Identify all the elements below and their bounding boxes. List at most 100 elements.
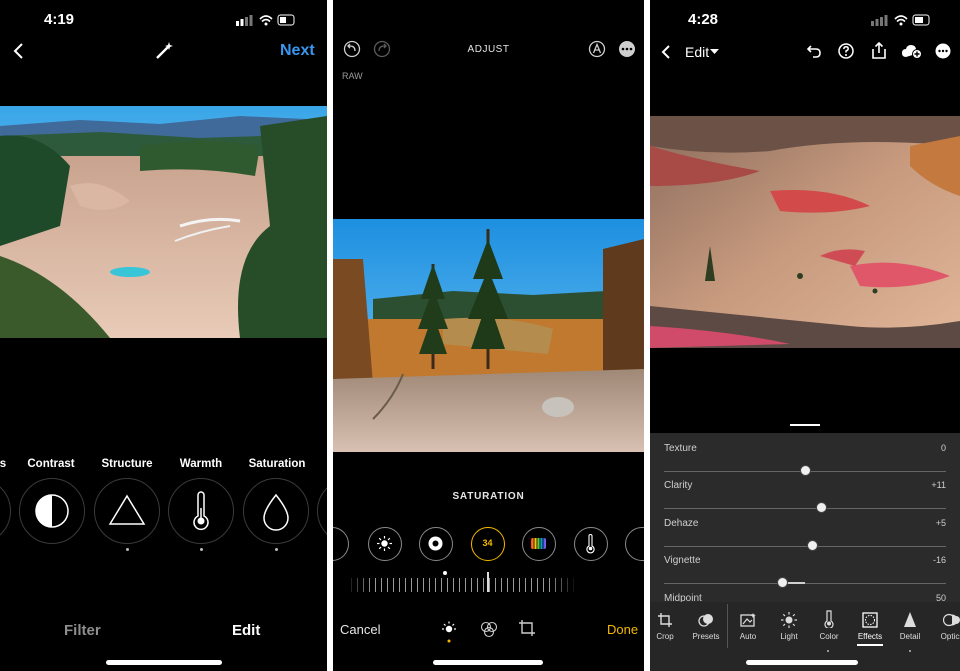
crop-icon	[658, 613, 672, 627]
tool-partial-right[interactable]	[625, 527, 644, 561]
tool-partial-left[interactable]	[0, 478, 11, 544]
slider-zero-marker	[443, 571, 447, 575]
undo-icon[interactable]	[806, 43, 822, 59]
slider-knob[interactable]	[807, 540, 819, 551]
active-tool-underline	[857, 644, 883, 646]
tool-label: Light	[780, 632, 798, 641]
chevron-down-icon[interactable]	[710, 49, 719, 55]
photo-preview	[333, 219, 644, 452]
value-slider[interactable]	[345, 578, 577, 592]
tool-label-contrast: Contrast	[27, 458, 75, 470]
optics-icon	[943, 613, 960, 627]
photo-preview	[650, 116, 960, 348]
slider-vignette[interactable]: Vignette -16	[664, 555, 946, 589]
tool-partial-left[interactable]	[333, 527, 349, 561]
tool-label: Crop	[656, 632, 674, 641]
light-icon	[781, 612, 797, 628]
tool-label-warmth: Warmth	[179, 458, 223, 470]
photo-preview	[0, 106, 327, 338]
saturation-value: 34	[482, 538, 493, 548]
slider-label: Vignette	[664, 555, 701, 566]
status-icons	[871, 14, 930, 26]
auto-icon[interactable]	[588, 40, 606, 58]
slider-label: Dehaze	[664, 518, 699, 529]
tool-label-saturation: Saturation	[248, 458, 306, 470]
detail-icon	[904, 612, 916, 627]
adjusted-indicator	[275, 548, 278, 551]
edit-menu-label[interactable]: Edit	[685, 44, 709, 60]
tool-saturation[interactable]	[243, 478, 309, 544]
tool-label: Auto	[739, 632, 757, 641]
status-icons	[236, 14, 295, 26]
tool-detail[interactable]: Detail	[888, 610, 932, 641]
cancel-button[interactable]: Cancel	[340, 622, 380, 637]
tool-contrast[interactable]	[419, 527, 453, 561]
status-time: 4:19	[44, 11, 75, 28]
slider-knob[interactable]	[800, 465, 811, 476]
slider-value: +5	[935, 518, 946, 528]
tool-warmth[interactable]	[168, 478, 234, 544]
tool-brightness[interactable]	[368, 527, 402, 561]
slider-track[interactable]	[664, 583, 946, 584]
magic-wand-icon[interactable]	[154, 41, 174, 61]
home-indicator	[433, 660, 543, 665]
next-button[interactable]: Next	[280, 42, 315, 60]
slider-track[interactable]	[664, 546, 946, 547]
tool-presets[interactable]: Presets	[684, 610, 728, 641]
crop-icon[interactable]	[518, 619, 536, 637]
tool-label: Effects	[857, 632, 883, 641]
tool-effects-active[interactable]: Effects	[848, 610, 892, 641]
slider-clarity[interactable]: Clarity +11	[664, 480, 946, 514]
lightroom-effects-panel: 4:28 Edit Texture 0 Clarity +11 Dehaze +…	[650, 0, 960, 671]
more-icon[interactable]	[935, 43, 951, 59]
panel-drag-handle[interactable]	[790, 424, 820, 426]
tool-crop[interactable]: Crop	[650, 610, 687, 641]
more-icon[interactable]	[618, 40, 636, 58]
slider-knob[interactable]	[815, 502, 827, 513]
status-time: 4:28	[688, 11, 719, 28]
slider-value: -16	[932, 555, 946, 565]
done-button[interactable]: Done	[607, 622, 638, 637]
auto-icon	[740, 613, 756, 627]
tool-color[interactable]	[522, 527, 556, 561]
slider-value: +11	[931, 480, 946, 490]
help-icon[interactable]	[838, 43, 854, 59]
contrast-icon	[35, 494, 69, 528]
tool-saturation-active[interactable]: 34	[471, 527, 505, 561]
cloud-add-icon[interactable]	[901, 43, 923, 59]
slider-track[interactable]	[664, 508, 946, 509]
tool-temperature[interactable]	[574, 527, 608, 561]
slider-value: 0	[940, 443, 946, 453]
tool-structure[interactable]	[94, 478, 160, 544]
filters-icon[interactable]	[479, 620, 499, 638]
contrast-dot-icon	[428, 536, 443, 551]
tab-edit[interactable]: Edit	[232, 622, 260, 639]
slider-current-marker[interactable]	[487, 572, 489, 592]
raw-badge: RAW	[342, 71, 363, 81]
share-icon[interactable]	[871, 42, 887, 59]
tool-color[interactable]: Color	[807, 610, 851, 641]
adjust-panel: ADJUST RAW SATURATION 34 Cancel Done	[333, 0, 644, 671]
tool-partial-right[interactable]	[317, 478, 327, 544]
back-icon[interactable]	[660, 44, 672, 60]
thermometer-icon	[193, 491, 209, 531]
color-icon	[824, 610, 834, 628]
tool-contrast[interactable]	[19, 478, 85, 544]
tab-filter[interactable]: Filter	[64, 622, 101, 639]
tool-light[interactable]: Light	[767, 610, 811, 641]
adjusted-indicator	[200, 548, 203, 551]
tool-auto[interactable]: Auto	[726, 610, 770, 641]
thermometer-icon	[586, 534, 595, 554]
presets-icon	[698, 614, 713, 627]
effects-icon	[862, 612, 878, 628]
instagram-edit-panel: 4:19 Next s Contrast Structure Warmth Sa…	[0, 0, 327, 671]
slider-dehaze[interactable]: Dehaze +5	[664, 518, 946, 552]
adjusted-indicator	[126, 548, 129, 551]
slider-knob[interactable]	[777, 577, 789, 588]
tune-icon[interactable]	[439, 620, 459, 644]
slider-texture[interactable]: Texture 0	[664, 443, 946, 477]
tool-optics[interactable]: Optics	[930, 610, 960, 641]
slider-label: Clarity	[664, 480, 693, 491]
triangle-icon	[108, 494, 146, 525]
back-icon[interactable]	[12, 42, 26, 60]
